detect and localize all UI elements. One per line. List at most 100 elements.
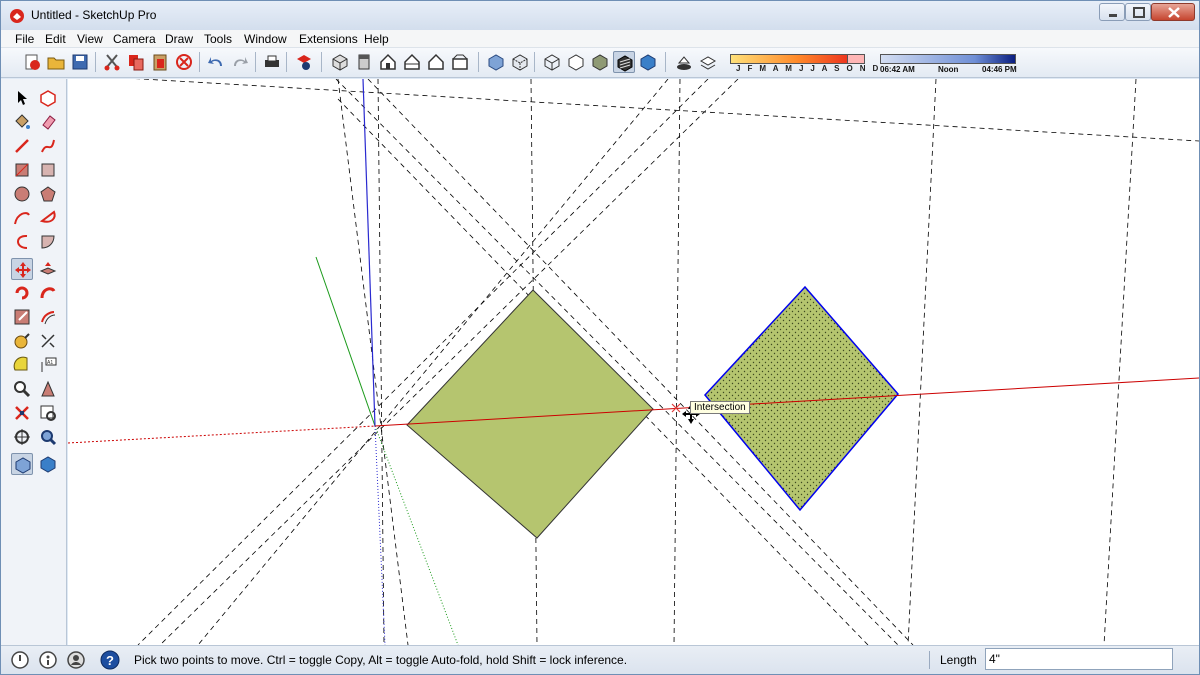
- wireframe-button[interactable]: [541, 51, 563, 73]
- tape-measure-tool[interactable]: [11, 330, 33, 352]
- tape-measure-icon: [14, 333, 30, 349]
- open-button[interactable]: [45, 51, 67, 73]
- minimize-button[interactable]: [1099, 3, 1125, 21]
- follow-me-tool[interactable]: [37, 282, 59, 304]
- erase-button[interactable]: [173, 51, 195, 73]
- cut-icon: [104, 54, 120, 71]
- paint-bucket-icon: [15, 114, 30, 129]
- two-point-arc-tool[interactable]: [11, 231, 33, 253]
- iso-view-button[interactable]: [329, 51, 351, 73]
- protractor-tool[interactable]: [11, 354, 33, 376]
- model-info-button[interactable]: [293, 51, 315, 73]
- credits-icon[interactable]: [37, 649, 59, 671]
- undo-button[interactable]: [205, 51, 227, 73]
- menu-help[interactable]: Help: [364, 32, 389, 46]
- shaded-button[interactable]: [589, 51, 611, 73]
- user-icon[interactable]: [65, 649, 87, 671]
- freehand-tool[interactable]: [37, 135, 59, 157]
- print-button[interactable]: [261, 51, 283, 73]
- select-icon: [18, 91, 27, 105]
- make-component-tool[interactable]: [37, 87, 59, 109]
- modeling-viewport[interactable]: Intersection: [68, 79, 1199, 645]
- menu-camera[interactable]: Camera: [113, 32, 156, 46]
- new-button[interactable]: [21, 51, 43, 73]
- dimension-tool[interactable]: [37, 330, 59, 352]
- xray-button[interactable]: [485, 51, 507, 73]
- menu-window[interactable]: Window: [244, 32, 287, 46]
- offset-icon: [41, 311, 56, 325]
- zoom-extents-tool[interactable]: [11, 453, 33, 475]
- copy-button[interactable]: [125, 51, 147, 73]
- cut-button[interactable]: [101, 51, 123, 73]
- eraser-icon: [42, 115, 56, 130]
- help-icon[interactable]: ?: [99, 649, 121, 671]
- paint-bucket-tool[interactable]: [11, 111, 33, 133]
- push-pull-tool[interactable]: [37, 258, 59, 280]
- back-view-button[interactable]: [425, 51, 447, 73]
- menu-extensions[interactable]: Extensions: [299, 32, 358, 46]
- position-camera-tool[interactable]: [37, 453, 59, 475]
- rectangle-tool[interactable]: [11, 159, 33, 181]
- pie-tool[interactable]: [37, 207, 59, 229]
- line-tool[interactable]: [11, 135, 33, 157]
- pan-tool[interactable]: [37, 402, 59, 424]
- shadows-button[interactable]: [673, 51, 695, 73]
- geo-location-icon[interactable]: [9, 649, 31, 671]
- menu-edit[interactable]: Edit: [45, 32, 66, 46]
- 3d-text-tool[interactable]: [37, 378, 59, 400]
- top-view-button[interactable]: [353, 51, 375, 73]
- maximize-button[interactable]: [1125, 3, 1151, 21]
- offset-tool[interactable]: [37, 306, 59, 328]
- axes-tool[interactable]: [11, 378, 33, 400]
- menu-file[interactable]: File: [15, 32, 34, 46]
- freehand-icon: [41, 139, 55, 153]
- wireframe-icon: [544, 54, 560, 71]
- circle-tool[interactable]: [11, 183, 33, 205]
- sketchup-logo-icon: [10, 9, 24, 23]
- hidden-line-button[interactable]: [565, 51, 587, 73]
- measurements-input[interactable]: [985, 648, 1173, 670]
- save-button[interactable]: [69, 51, 91, 73]
- rotate-tool[interactable]: [11, 282, 33, 304]
- zoom-window-tool[interactable]: [37, 426, 59, 448]
- right-view-button[interactable]: [401, 51, 423, 73]
- back-edges-button[interactable]: [509, 51, 531, 73]
- erase-icon: [176, 54, 192, 70]
- move-tool[interactable]: [11, 258, 33, 280]
- menu-tools[interactable]: Tools: [204, 32, 232, 46]
- redo-button[interactable]: [229, 51, 251, 73]
- follow-me-icon: [40, 287, 56, 299]
- menu-draw[interactable]: Draw: [165, 32, 193, 46]
- arc-tool[interactable]: [11, 207, 33, 229]
- rotated-rectangle-tool[interactable]: [37, 159, 59, 181]
- eraser-tool[interactable]: [37, 111, 59, 133]
- toolbar-divider: [255, 52, 256, 72]
- shadow-month-slider[interactable]: [730, 54, 864, 64]
- front-view-button[interactable]: [377, 51, 399, 73]
- select-tool[interactable]: [11, 87, 33, 109]
- iso-view-icon: [332, 54, 348, 71]
- fog-button[interactable]: [697, 51, 719, 73]
- arc-icon: [14, 212, 30, 225]
- scene-canvas[interactable]: [68, 79, 1199, 645]
- toolbar-divider: [199, 52, 200, 72]
- shaded-textures-button[interactable]: [613, 51, 635, 73]
- menu-view[interactable]: View: [77, 32, 103, 46]
- zoom-tool[interactable]: [11, 426, 33, 448]
- scale-tool[interactable]: [11, 306, 33, 328]
- close-button[interactable]: [1151, 3, 1195, 21]
- orbit-tool[interactable]: [11, 402, 33, 424]
- polygon-tool[interactable]: [37, 183, 59, 205]
- three-point-arc-tool[interactable]: [37, 231, 59, 253]
- hidden-line-icon: [568, 54, 584, 71]
- shadow-time-end: 04:46 PM: [982, 65, 1017, 74]
- face-diamond-original[interactable]: [406, 289, 654, 539]
- monochrome-button[interactable]: [637, 51, 659, 73]
- text-tool[interactable]: A1: [37, 354, 59, 376]
- left-view-button[interactable]: [449, 51, 471, 73]
- shadow-time-slider[interactable]: [880, 54, 1016, 64]
- maximize-icon: [1133, 7, 1145, 18]
- blue-axis-negative: [374, 425, 386, 645]
- face-diamond-copy-selected[interactable]: [704, 285, 899, 512]
- paste-button[interactable]: [149, 51, 171, 73]
